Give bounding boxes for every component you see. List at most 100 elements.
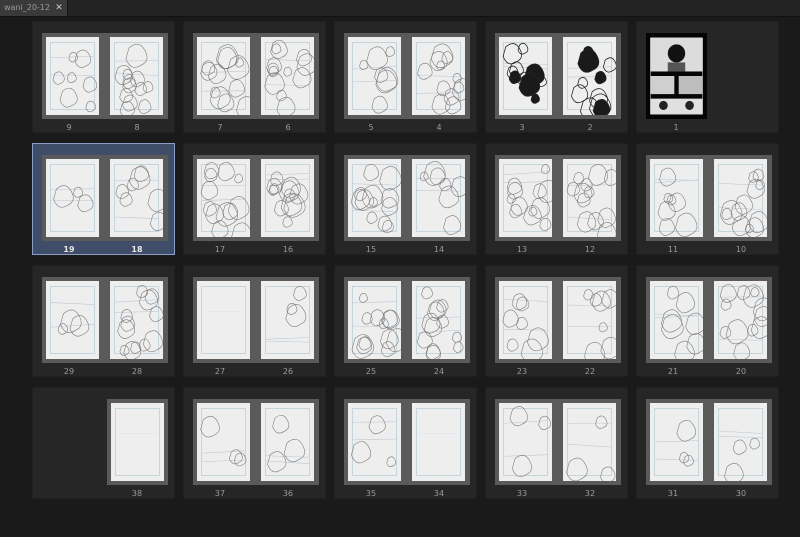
spread-cell[interactable]: 37 36 (183, 387, 326, 499)
page-sketch (654, 420, 699, 467)
page-number: 5 (368, 123, 374, 132)
page-sketch (567, 46, 616, 115)
spread-cell[interactable]: 32 (485, 21, 628, 133)
document-tab[interactable]: wani_20-12 ✕ (0, 0, 68, 16)
page-sketch (416, 286, 464, 359)
page-thumbnail[interactable] (412, 281, 465, 359)
page-thumbnail[interactable] (261, 281, 314, 359)
page-number: 19 (63, 245, 75, 254)
spread-cell[interactable]: 25 24 (334, 265, 477, 377)
page-sketch (200, 416, 247, 467)
cover-artwork (650, 37, 703, 115)
spread-cell[interactable]: 54 (334, 21, 477, 133)
page-number: 3 (519, 123, 525, 132)
close-tab-icon[interactable]: ✕ (54, 0, 64, 16)
page-thumbnail[interactable] (197, 403, 250, 481)
page-thumbnail[interactable] (110, 159, 163, 237)
page-sketch (265, 171, 310, 228)
spread-cell[interactable]: 33 32 (485, 387, 628, 499)
spread-cell[interactable]: 15 14 (334, 143, 477, 255)
spread-cell[interactable]: 31 30 (636, 387, 779, 499)
page-sketch (416, 43, 465, 115)
page-number: 14 (433, 245, 445, 254)
spread-cell[interactable]: 17 16 (183, 143, 326, 255)
page-thumbnail[interactable] (197, 37, 250, 115)
page-thumbnail[interactable] (348, 403, 401, 481)
page-number: 34 (433, 489, 445, 498)
page-thumbnail[interactable] (650, 281, 703, 359)
page-thumbnail[interactable] (348, 159, 401, 237)
page-thumbnail[interactable] (563, 403, 616, 481)
page-number: 36 (282, 489, 294, 498)
page-sketch (718, 430, 763, 481)
page-sketch (718, 284, 767, 359)
page-number: 31 (667, 489, 679, 498)
spread-cell[interactable]: 76 (183, 21, 326, 133)
page-thumbnail[interactable] (499, 281, 552, 359)
page-thumbnail[interactable] (261, 403, 314, 481)
page-thumbnail[interactable] (197, 159, 250, 237)
page-thumbnail[interactable] (412, 37, 465, 115)
spread-cell[interactable]: 29 28 (32, 265, 175, 377)
spread-cell-selected[interactable]: 19 18 (32, 143, 175, 255)
spread-cell[interactable]: 1 (636, 21, 779, 133)
page-number: 37 (214, 489, 226, 498)
spread-cell[interactable]: 27 26 (183, 265, 326, 377)
page-number: 25 (365, 367, 377, 376)
page-thumbnail[interactable] (563, 159, 616, 237)
page-number: 1 (673, 123, 679, 132)
page-sketch (567, 289, 616, 359)
page-number: 27 (214, 367, 226, 376)
cover-page-thumbnail[interactable] (646, 33, 707, 119)
spread-cell[interactable]: 23 22 (485, 265, 628, 377)
spread-cell[interactable]: 13 12 (485, 143, 628, 255)
page-thumbnail[interactable] (714, 403, 767, 481)
page-number: 30 (735, 489, 747, 498)
page-sketch (503, 164, 552, 231)
page-thumbnail[interactable] (650, 403, 703, 481)
page-thumbnail[interactable] (650, 159, 703, 237)
page-thumbnail[interactable] (46, 37, 99, 115)
page-thumbnail[interactable] (412, 159, 465, 237)
page-thumbnail[interactable] (499, 159, 552, 237)
page-number: 29 (63, 367, 75, 376)
page-thumbnail[interactable] (46, 159, 99, 237)
page-thumbnail[interactable] (499, 403, 552, 481)
page-thumbnail[interactable] (110, 37, 163, 115)
page-number: 24 (433, 367, 445, 376)
page-thumbnail[interactable] (499, 37, 552, 115)
page-thumbnail[interactable] (111, 403, 164, 481)
page-thumbnail[interactable] (261, 159, 314, 237)
spread-cell[interactable]: 11 10 (636, 143, 779, 255)
page-number: 35 (365, 489, 377, 498)
page-thumbnail[interactable] (46, 281, 99, 359)
spread-cell[interactable]: 35 34 (334, 387, 477, 499)
page-sketch (718, 168, 767, 237)
page-sketch (200, 44, 250, 115)
page-sketch (351, 415, 397, 468)
page-number: 13 (516, 245, 528, 254)
spread-cell[interactable]: 38 (32, 387, 175, 499)
page-thumbnail[interactable] (261, 37, 314, 115)
page-thumbnail[interactable] (197, 281, 250, 359)
page-number: 28 (131, 367, 143, 376)
page-thumbnail[interactable] (714, 281, 767, 359)
spread-cell[interactable]: 98 (32, 21, 175, 133)
page-thumbnail[interactable] (412, 403, 465, 481)
page-number: 20 (735, 367, 747, 376)
page-thumbnail[interactable] (348, 37, 401, 115)
page-number: 38 (131, 489, 143, 498)
page-number: 23 (516, 367, 528, 376)
page-thumbnail[interactable] (714, 159, 767, 237)
page-sketch (502, 42, 548, 104)
page-sketch (50, 302, 95, 337)
page-thumbnail[interactable] (110, 281, 163, 359)
page-sketch (114, 285, 163, 359)
page-sketch (200, 162, 250, 237)
page-thumbnail[interactable] (563, 281, 616, 359)
spread-cell[interactable]: 21 20 (636, 265, 779, 377)
page-thumbnail[interactable] (563, 37, 616, 115)
page-sketch (566, 415, 616, 481)
page-thumbnail[interactable] (348, 281, 401, 359)
page-number: 6 (285, 123, 291, 132)
